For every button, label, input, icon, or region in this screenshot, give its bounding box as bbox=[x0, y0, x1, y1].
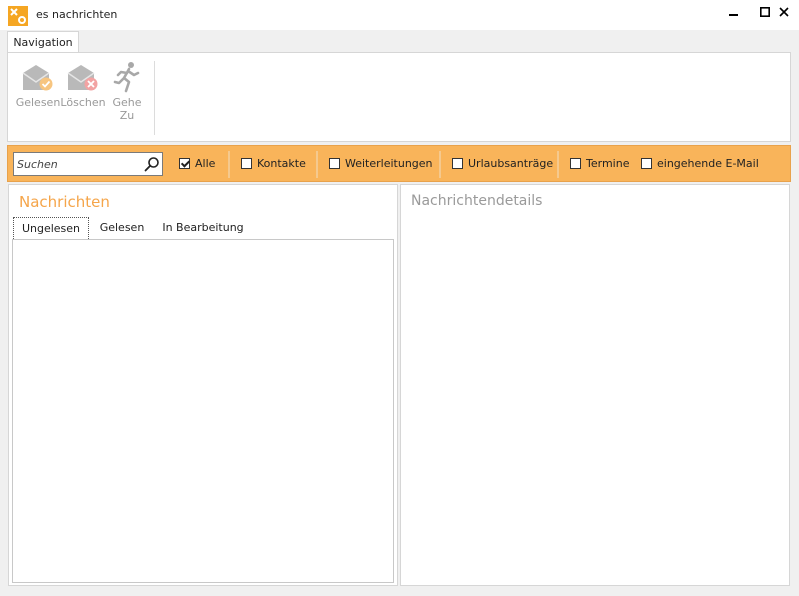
window-title: es nachrichten bbox=[36, 8, 118, 21]
ribbon-divider bbox=[154, 61, 155, 135]
delete-mail-icon bbox=[59, 59, 107, 93]
filter-weiterleitungen-checkbox[interactable]: Weiterleitungen bbox=[329, 156, 433, 171]
messages-panel: Nachrichten Ungelesen Gelesen In Bearbei… bbox=[8, 184, 398, 586]
filter-separator bbox=[316, 151, 318, 178]
filter-kontakte-label: Kontakte bbox=[257, 157, 306, 170]
filter-separator bbox=[557, 151, 559, 178]
checkbox-icon bbox=[641, 158, 652, 169]
app-logo-icon bbox=[8, 6, 28, 26]
filter-urlaubsantraege-label: Urlaubsanträge bbox=[468, 157, 554, 170]
filter-eingehende-email-checkbox[interactable]: eingehende E-Mail bbox=[641, 156, 759, 171]
filter-termine-checkbox[interactable]: Termine bbox=[570, 156, 629, 171]
search-input[interactable] bbox=[14, 153, 148, 175]
gelesen-button[interactable]: Gelesen bbox=[14, 59, 62, 109]
checkbox-checked-icon bbox=[179, 158, 190, 169]
messages-list[interactable] bbox=[12, 239, 394, 583]
details-title: Nachrichtendetails bbox=[411, 193, 543, 209]
filter-urlaubsantraege-checkbox[interactable]: Urlaubsanträge bbox=[452, 156, 553, 171]
search-icon[interactable] bbox=[144, 156, 160, 175]
message-details-panel: Nachrichtendetails bbox=[400, 184, 790, 586]
checkbox-icon bbox=[570, 158, 581, 169]
minimize-button[interactable] bbox=[718, 0, 750, 24]
filter-weiterleitungen-label: Weiterleitungen bbox=[345, 157, 433, 170]
gehe-zu-button[interactable]: Gehe Zu bbox=[103, 59, 151, 122]
tab-in-bearbeitung[interactable]: In Bearbeitung bbox=[160, 217, 246, 239]
filter-termine-label: Termine bbox=[586, 157, 630, 170]
loeschen-label: Löschen bbox=[60, 96, 106, 109]
search-box bbox=[13, 152, 163, 176]
gehe-zu-label-line2: Zu bbox=[119, 109, 135, 122]
messages-title: Nachrichten bbox=[19, 193, 110, 211]
filter-alle-checkbox[interactable]: Alle bbox=[179, 156, 215, 171]
gehe-zu-label: Gehe Zu bbox=[103, 96, 151, 122]
gehe-zu-label-line1: Gehe bbox=[112, 96, 142, 109]
ribbon-panel: Gelesen Löschen Gehe Zu bbox=[7, 52, 791, 142]
filter-separator bbox=[439, 151, 441, 178]
running-man-icon bbox=[103, 59, 151, 93]
filter-bar: Alle Kontakte Weiterleitungen Urlaubsant… bbox=[7, 145, 791, 182]
filter-separator bbox=[228, 151, 230, 178]
filter-alle-label: Alle bbox=[195, 157, 216, 170]
mark-read-mail-icon bbox=[14, 59, 62, 93]
checkbox-icon bbox=[329, 158, 340, 169]
checkbox-icon bbox=[452, 158, 463, 169]
close-button[interactable] bbox=[768, 0, 799, 24]
checkbox-icon bbox=[241, 158, 252, 169]
tab-gelesen[interactable]: Gelesen bbox=[96, 217, 148, 239]
title-bar: es nachrichten bbox=[0, 0, 799, 30]
ribbon-tab-navigation[interactable]: Navigation bbox=[7, 31, 79, 52]
tab-ungelesen[interactable]: Ungelesen bbox=[13, 217, 89, 239]
gelesen-label: Gelesen bbox=[15, 96, 61, 109]
loeschen-button[interactable]: Löschen bbox=[59, 59, 107, 109]
filter-kontakte-checkbox[interactable]: Kontakte bbox=[241, 156, 306, 171]
filter-eingehende-email-label: eingehende E-Mail bbox=[657, 157, 759, 170]
